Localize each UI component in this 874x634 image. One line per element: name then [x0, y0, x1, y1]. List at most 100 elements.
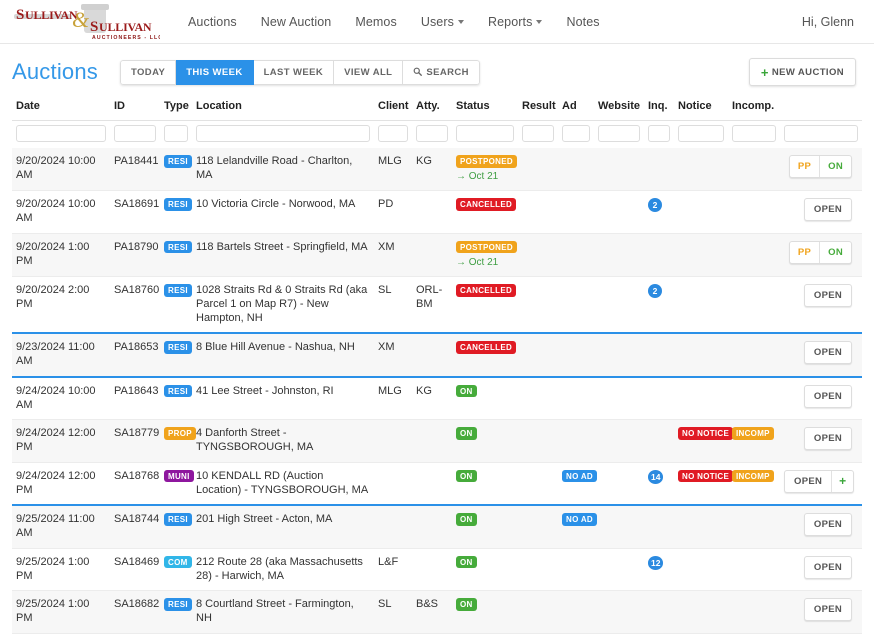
cell-atty [412, 419, 452, 463]
auction-id: SA18744 [114, 513, 160, 526]
col-result[interactable]: Result [518, 96, 558, 121]
inquiry-count-badge[interactable]: 2 [648, 284, 662, 298]
postpone-button[interactable]: PP [790, 242, 819, 263]
filter-label: THIS WEEK [186, 67, 243, 78]
filter-input-status[interactable] [456, 125, 514, 142]
filter-input-location[interactable] [196, 125, 370, 142]
new-auction-button[interactable]: + NEW AUCTION [748, 58, 856, 86]
cell-status: CANCELLED [452, 332, 518, 378]
table-row[interactable]: 9/24/2024 10:00 AM PA18643 RESI 41 Lee Stre… [12, 375, 862, 421]
filter-today-button[interactable]: TODAY [119, 59, 177, 85]
open-button[interactable]: OPEN [803, 198, 852, 222]
open-button[interactable]: OPEN [803, 284, 852, 307]
add-icon[interactable]: + [831, 470, 853, 492]
cell-client [374, 504, 412, 549]
filter-last-week-button[interactable]: LAST WEEK [253, 59, 335, 85]
col-type[interactable]: Type [160, 96, 192, 121]
top-navbar: S ULLIVAN & S ULLIVAN AUCTIONEERS - LLC … [0, 0, 874, 44]
type-badge: RESI [164, 384, 192, 398]
inquiry-count-badge[interactable]: 12 [648, 555, 664, 570]
nav-item-reports[interactable]: Reports [476, 9, 554, 35]
filter-input-inq[interactable] [648, 125, 670, 142]
filter-input-result[interactable] [522, 125, 554, 142]
filter-input-notice[interactable] [678, 125, 724, 142]
col-id[interactable]: ID [110, 96, 160, 121]
filter-input-client[interactable] [378, 125, 408, 142]
cell-result [518, 590, 558, 634]
cell-id: PA18441 [110, 148, 160, 192]
cell-website [594, 419, 644, 463]
filter-input-date[interactable] [16, 125, 106, 142]
postpone-button[interactable]: PP [790, 156, 819, 177]
open-button[interactable]: OPEN [803, 384, 852, 408]
filter-view-all-button[interactable]: VIEW ALL [334, 59, 404, 85]
filter-cell-notice [674, 121, 728, 149]
filter-input-actions[interactable] [784, 125, 858, 142]
table-row[interactable]: 9/20/2024 10:00 AM SA18691 RESI 10 Victoria… [12, 190, 862, 234]
col-location[interactable]: Location [192, 96, 374, 121]
filter-cell-status [452, 121, 518, 149]
cell-inq [644, 419, 674, 463]
nav-item-notes[interactable]: Notes [554, 9, 611, 35]
col-client[interactable]: Client [374, 96, 412, 121]
cell-inq: 14 [644, 462, 674, 506]
cell-result [518, 548, 558, 592]
cell-location: 118 Lelandville Road - Charlton, MA [192, 148, 374, 192]
inquiry-count-badge[interactable]: 2 [648, 198, 662, 213]
table-row[interactable]: 9/25/2024 1:00 PM SA18469 COM 212 Route 28 … [12, 548, 862, 592]
page-title: Auctions [12, 59, 98, 84]
user-menu[interactable]: Hi, Glenn [802, 15, 854, 29]
nav-item-new-auction[interactable]: New Auction [249, 9, 344, 35]
table-row[interactable]: 9/25/2024 11:00 AM SA18744 RESI 201 High St… [12, 504, 862, 549]
cell-client: PD [374, 190, 412, 234]
col-status[interactable]: Status [452, 96, 518, 121]
col-date[interactable]: Date [12, 96, 110, 121]
open-button[interactable]: OPEN [803, 555, 852, 579]
filter-cell-inq [644, 121, 674, 149]
open-button[interactable]: OPEN [803, 341, 852, 365]
cell-website [594, 276, 644, 334]
filter-input-incomp[interactable] [732, 125, 776, 142]
filter-input-ad[interactable] [562, 125, 590, 142]
filter-this-week-button[interactable]: THIS WEEK [176, 59, 254, 85]
filter-input-type[interactable] [164, 125, 188, 142]
set-on-button[interactable]: ON [819, 241, 851, 263]
col-incomp[interactable]: Incomp. [728, 96, 780, 121]
table-row[interactable]: 9/20/2024 1:00 PM PA18790 RESI 118 Bartels … [12, 233, 862, 278]
col-notice[interactable]: Notice [674, 96, 728, 121]
table-row[interactable]: 9/23/2024 11:00 AM PA18653 RESI 8 Blue Hill… [12, 332, 862, 378]
cell-date: 9/20/2024 10:00 AM [12, 148, 110, 192]
cell-incomp [728, 190, 780, 234]
open-button[interactable]: OPEN [803, 513, 852, 537]
inquiry-count-badge[interactable]: 14 [648, 469, 664, 484]
set-on-button[interactable]: ON [819, 156, 851, 177]
nav-item-auctions[interactable]: Auctions [176, 9, 249, 35]
table-row[interactable]: 9/24/2024 12:00 PM SA18768 MUNI 10 KENDALL … [12, 462, 862, 506]
cell-notice [674, 148, 728, 192]
auction-id: SA18768 [114, 469, 160, 482]
table-row[interactable]: 9/25/2024 1:00 PM SA18682 RESI 8 Courtland … [12, 590, 862, 634]
filter-search-button[interactable]: SEARCH [403, 59, 480, 85]
table-row[interactable]: 9/24/2024 12:00 PM SA18779 PROP 4 Danforth … [12, 419, 862, 463]
filter-input-id[interactable] [114, 125, 156, 142]
table-row[interactable]: 9/20/2024 2:00 PM SA18760 RESI 1028 Straits… [12, 276, 862, 334]
col-ad[interactable]: Ad [558, 96, 594, 121]
nav-item-users[interactable]: Users [409, 9, 476, 35]
cell-location: 118 Bartels Street - Springfield, MA [192, 233, 374, 278]
brand-logo[interactable]: S ULLIVAN & S ULLIVAN AUCTIONEERS - LLC [12, 2, 160, 42]
auction-location: 4 Danforth Street - TYNGSBOROUGH, MA [196, 427, 314, 453]
open-button[interactable]: OPEN [803, 427, 852, 451]
table-row[interactable]: 9/20/2024 10:00 AM PA18441 RESI 118 Lelandv… [12, 148, 862, 192]
filter-input-atty[interactable] [416, 125, 448, 142]
type-badge: RESI [164, 284, 192, 297]
type-badge: RESI [164, 240, 192, 254]
cell-client: SL [374, 590, 412, 634]
col-website[interactable]: Website [594, 96, 644, 121]
filter-input-website[interactable] [598, 125, 640, 142]
cell-id: SA18760 [110, 276, 160, 334]
col-atty[interactable]: Atty. [412, 96, 452, 121]
open-button[interactable]: OPEN [785, 471, 831, 492]
nav-item-memos[interactable]: Memos [343, 9, 408, 35]
col-inq[interactable]: Inq. [644, 96, 674, 121]
open-button[interactable]: OPEN [803, 598, 852, 622]
